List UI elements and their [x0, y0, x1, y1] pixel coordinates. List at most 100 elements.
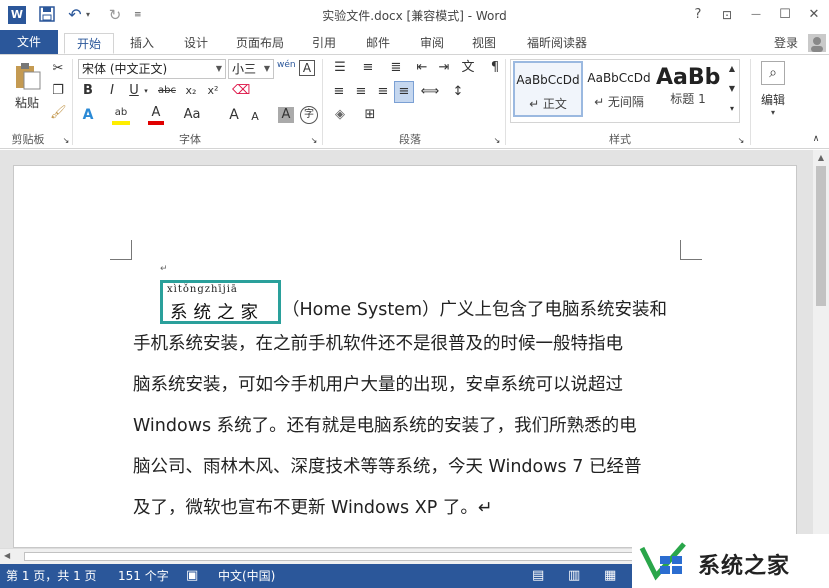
- character-shading-icon[interactable]: A: [278, 107, 294, 123]
- justify-icon[interactable]: ≡: [394, 81, 414, 103]
- divider: [505, 59, 506, 145]
- document-line: 及了，微软也宣布不更新 Windows XP 了。↵: [133, 498, 493, 518]
- styles-launcher-icon[interactable]: ↘: [736, 133, 746, 149]
- bold-button[interactable]: B: [80, 83, 96, 99]
- language-indicator[interactable]: 中文(中国): [218, 564, 275, 588]
- format-painter-icon[interactable]: 🖌: [50, 105, 67, 121]
- line-spacing-icon[interactable]: ↕: [448, 84, 468, 100]
- collapse-ribbon-icon[interactable]: ∧: [810, 131, 822, 147]
- cut-icon[interactable]: ✂: [50, 61, 66, 77]
- minimize-button[interactable]: —: [746, 6, 766, 24]
- close-button[interactable]: ✕: [804, 6, 824, 24]
- font-name-select[interactable]: 宋体 (中文正文) ▼: [78, 59, 226, 79]
- style-normal[interactable]: AaBbCcDd ↵ 正文: [513, 61, 583, 117]
- title-bar: W ↶ ▾ ↻ ≡ 实验文件.docx [兼容模式] - Word ? ⊡ — …: [0, 0, 829, 30]
- user-avatar-icon[interactable]: [808, 34, 826, 52]
- tab-review[interactable]: 审阅: [412, 33, 452, 54]
- watermark-logo: 系统之家: [632, 534, 829, 588]
- superscript-button[interactable]: x²: [204, 83, 222, 99]
- style-name: 标题 1: [670, 92, 706, 106]
- align-center-icon[interactable]: ≡: [352, 84, 370, 100]
- ribbon-display-options-button[interactable]: ⊡: [717, 6, 737, 24]
- multilevel-list-icon[interactable]: ≣: [386, 60, 406, 76]
- binoculars-icon: ⌕: [761, 61, 785, 85]
- enclose-characters-icon[interactable]: 字: [300, 106, 318, 124]
- document-line: （Home System）广义上包含了电脑系统安装和: [282, 300, 667, 320]
- styles-more-icon[interactable]: ▾: [726, 101, 738, 117]
- style-name: ↵ 正文: [529, 97, 567, 111]
- print-layout-icon[interactable]: ▥: [568, 564, 580, 588]
- divider: [72, 59, 73, 145]
- tab-view[interactable]: 视图: [464, 33, 504, 54]
- underline-dropdown-icon[interactable]: ▾: [142, 83, 150, 99]
- decrease-indent-icon[interactable]: ⇤: [412, 60, 432, 76]
- borders-icon[interactable]: ⊞: [360, 107, 380, 123]
- align-right-icon[interactable]: ≡: [374, 84, 392, 100]
- copy-icon[interactable]: ❐: [50, 83, 66, 99]
- clear-formatting-icon[interactable]: ⌫: [232, 83, 250, 99]
- editing-button[interactable]: ⌕ 编辑 ▾: [756, 61, 790, 121]
- font-size-select[interactable]: 小三 ▼: [228, 59, 274, 79]
- maximize-button[interactable]: ☐: [775, 6, 795, 24]
- chinese-layout-icon[interactable]: 文: [458, 60, 478, 76]
- character-border-button[interactable]: A: [299, 60, 315, 76]
- show-marks-icon[interactable]: ¶: [486, 60, 504, 76]
- style-sample: AaBbCcDd: [516, 73, 580, 87]
- paste-button[interactable]: 粘贴: [10, 61, 44, 115]
- italic-button[interactable]: I: [104, 83, 120, 99]
- change-case-button[interactable]: Aa: [182, 107, 202, 123]
- editing-label: 编辑: [760, 93, 785, 107]
- style-heading-1[interactable]: AaBb 标题 1: [656, 61, 720, 117]
- align-left-icon[interactable]: ≡: [330, 84, 348, 100]
- styles-scroll-down-icon[interactable]: ▼: [726, 81, 738, 97]
- tab-insert[interactable]: 插入: [122, 33, 162, 54]
- distributed-icon[interactable]: ⟺: [420, 84, 440, 100]
- paste-label: 粘贴: [14, 96, 39, 110]
- text-effects-icon[interactable]: A: [80, 107, 96, 123]
- strikethrough-button[interactable]: abc: [156, 83, 178, 99]
- divider: [322, 59, 323, 145]
- help-button[interactable]: ?: [688, 6, 708, 24]
- styles-scroll-up-icon[interactable]: ▲: [726, 61, 738, 77]
- page-count[interactable]: 第 1 页，共 1 页: [6, 564, 97, 588]
- font-name-value: 宋体 (中文正文): [82, 62, 168, 76]
- phonetic-guide-button[interactable]: wén: [277, 57, 296, 73]
- tab-foxit-reader[interactable]: 福昕阅读器: [518, 33, 596, 54]
- scroll-left-icon[interactable]: ◀: [4, 551, 10, 560]
- style-sample: AaBb: [656, 65, 720, 90]
- vertical-scrollbar[interactable]: ▲ ▼: [813, 150, 829, 548]
- scroll-thumb[interactable]: [816, 166, 826, 306]
- style-no-spacing[interactable]: AaBbCcDd ↵ 无间隔: [584, 61, 654, 117]
- shading-icon[interactable]: ◈: [330, 107, 350, 123]
- clipboard-launcher-icon[interactable]: ↘: [61, 133, 71, 149]
- tab-design[interactable]: 设计: [176, 33, 216, 54]
- word-count[interactable]: 151 个字: [118, 564, 169, 588]
- grow-font-button[interactable]: A: [226, 107, 242, 123]
- tab-mailings[interactable]: 邮件: [358, 33, 398, 54]
- subscript-button[interactable]: x₂: [182, 83, 200, 99]
- bullets-icon[interactable]: ☰: [330, 60, 350, 76]
- numbering-icon[interactable]: ≡: [358, 60, 378, 76]
- proofing-icon[interactable]: ▣: [186, 564, 198, 588]
- tab-file[interactable]: 文件: [0, 30, 58, 54]
- read-mode-icon[interactable]: ▤: [532, 564, 544, 588]
- underline-button[interactable]: U: [126, 83, 142, 99]
- paragraph-launcher-icon[interactable]: ↘: [492, 133, 502, 149]
- increase-indent-icon[interactable]: ⇥: [434, 60, 454, 76]
- shrink-font-button[interactable]: A: [248, 109, 262, 125]
- tab-page-layout[interactable]: 页面布局: [228, 33, 292, 54]
- styles-group-label: 样式: [609, 133, 631, 146]
- tab-home[interactable]: 开始: [64, 33, 114, 54]
- paragraph-mark: ↵: [160, 264, 168, 274]
- signin-link[interactable]: 登录: [766, 33, 806, 54]
- tab-references[interactable]: 引用: [304, 33, 344, 54]
- highlight-color-icon[interactable]: ab: [112, 105, 130, 125]
- chevron-down-icon: ▾: [770, 108, 775, 117]
- document-page[interactable]: [13, 165, 797, 548]
- font-color-icon[interactable]: A: [148, 105, 164, 125]
- watermark-text: 系统之家: [698, 554, 791, 579]
- font-size-value: 小三: [232, 62, 257, 76]
- font-launcher-icon[interactable]: ↘: [309, 133, 319, 149]
- web-layout-icon[interactable]: ▦: [604, 564, 616, 588]
- scroll-up-icon[interactable]: ▲: [813, 150, 829, 166]
